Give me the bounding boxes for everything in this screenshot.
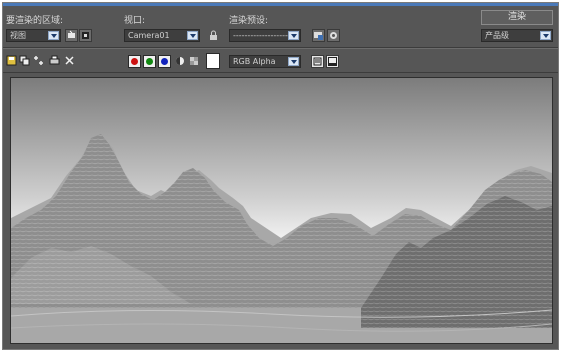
chevron-down-icon: [288, 31, 299, 40]
region-dropdown[interactable]: 视图: [6, 29, 61, 42]
product-level-value: 产品级: [485, 31, 509, 40]
auto-region-icon[interactable]: [79, 29, 92, 42]
red-channel-icon: [131, 58, 138, 65]
preset-label: 渲染预设:: [229, 16, 269, 26]
chevron-down-icon: [48, 31, 59, 40]
copy-image-icon[interactable]: [19, 55, 30, 66]
product-level-dropdown[interactable]: 产品级: [481, 29, 553, 42]
window-title-edge: [3, 3, 558, 6]
preset-icon[interactable]: [312, 29, 325, 42]
edit-region-icon[interactable]: [65, 29, 78, 42]
blue-channel-icon: [161, 58, 168, 65]
blue-channel-button[interactable]: [158, 55, 171, 68]
print-icon[interactable]: [49, 55, 60, 66]
channel-display-dropdown[interactable]: RGB Alpha: [229, 55, 301, 68]
chevron-down-icon: [288, 57, 299, 66]
toolbar-divider-highlight: [3, 48, 558, 49]
save-image-icon[interactable]: [6, 55, 17, 66]
green-channel-icon: [146, 58, 153, 65]
clear-icon[interactable]: [64, 55, 75, 66]
color-swatch[interactable]: [206, 53, 220, 69]
red-channel-button[interactable]: [128, 55, 141, 68]
rendered-frame-window: 要渲染的区域: 视口: 渲染预设: 渲染 视图 Camera01 -------…: [2, 2, 559, 350]
fullscreen-toggle-icon[interactable]: [326, 55, 339, 68]
chevron-down-icon: [187, 31, 198, 40]
clone-window-icon[interactable]: [33, 55, 44, 66]
chevron-down-icon: [540, 31, 551, 40]
lock-icon[interactable]: [206, 29, 219, 42]
preset-dropdown[interactable]: -------------------: [229, 29, 301, 42]
viewport-dropdown-value: Camera01: [128, 31, 170, 40]
preset-dropdown-value: -------------------: [233, 31, 288, 40]
viewport-label: 视口:: [124, 16, 146, 26]
render-viewport[interactable]: [10, 77, 553, 344]
region-label: 要渲染的区域:: [6, 16, 64, 26]
region-dropdown-value: 视图: [10, 31, 26, 40]
mono-toggle-icon[interactable]: [189, 56, 200, 67]
alpha-toggle-icon[interactable]: [175, 56, 186, 67]
viewport-dropdown[interactable]: Camera01: [124, 29, 200, 42]
channel-display-value: RGB Alpha: [233, 57, 276, 66]
settings-icon[interactable]: [327, 29, 340, 42]
display-toggle-icon[interactable]: [311, 55, 324, 68]
rendered-image: [11, 78, 552, 343]
render-button[interactable]: 渲染: [481, 10, 553, 25]
toolbar-divider: [3, 72, 558, 73]
green-channel-button[interactable]: [143, 55, 156, 68]
